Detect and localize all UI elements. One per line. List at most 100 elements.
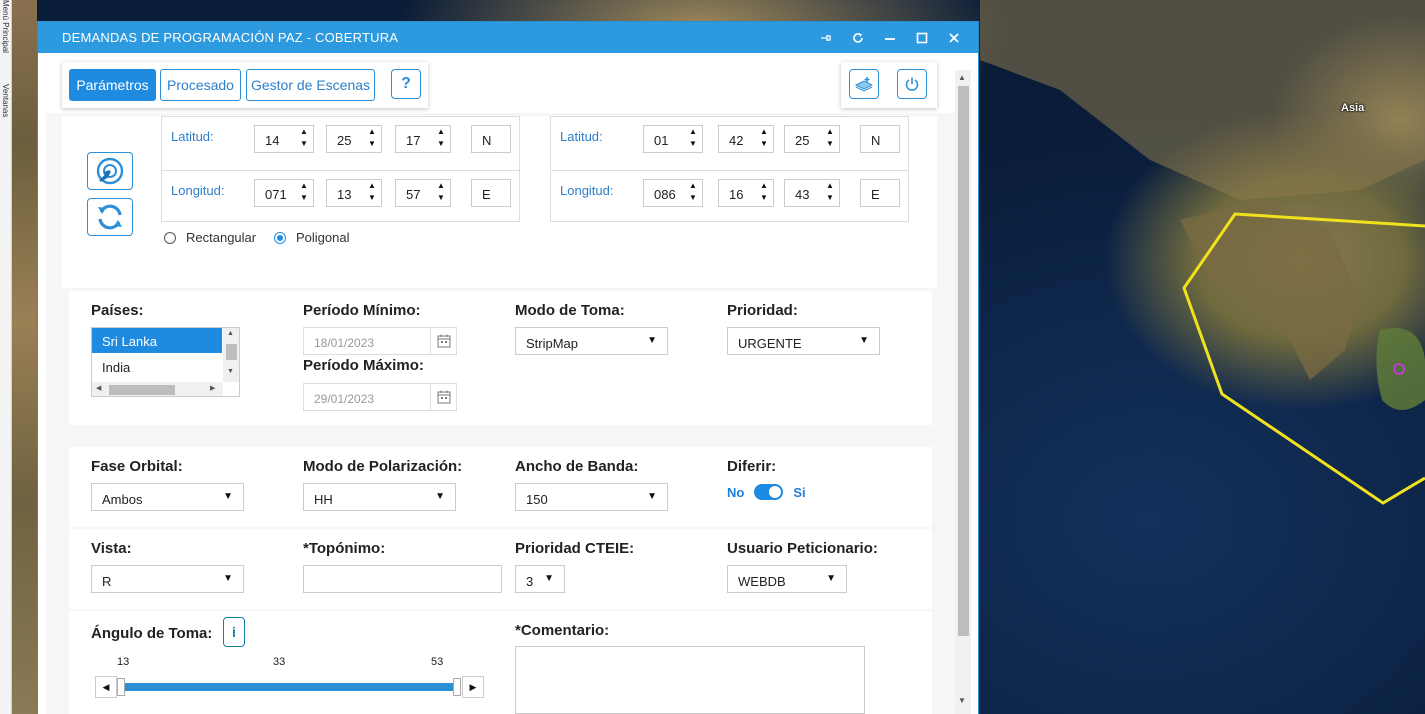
slider-tick-max: 53 <box>431 656 444 668</box>
angulo-slider-max-handle[interactable] <box>453 678 461 696</box>
chevron-down-icon: ▼ <box>647 491 657 502</box>
lat-label: Latitud: <box>171 129 214 144</box>
fase-orbital-label: Fase Orbital: <box>91 458 183 475</box>
tab-gestor-escenas[interactable]: Gestor de Escenas <box>246 69 375 101</box>
pin-icon[interactable] <box>810 22 842 53</box>
lon1-sec-spinner[interactable]: 57 ▲ ▼ <box>395 179 451 207</box>
prioridad-label: Prioridad: <box>727 302 798 319</box>
params-panel-4: Ángulo de Toma: i 13 33 53 ◀ ▶ *Comentar… <box>69 611 932 714</box>
chevron-down-icon: ▼ <box>223 573 233 584</box>
maximize-icon[interactable] <box>906 22 938 53</box>
list-item[interactable]: Sri Lanka <box>92 328 222 353</box>
prioridad-cteie-label: Prioridad CTEIE: <box>515 540 635 557</box>
lon2-deg-spinner[interactable]: 086 ▲ ▼ <box>643 179 703 207</box>
lat2-deg-spinner[interactable]: 01 ▲ ▼ <box>643 125 703 153</box>
list-vscrollbar[interactable]: ▲ ▼ <box>223 328 239 382</box>
power-button[interactable] <box>897 69 927 99</box>
map-edge <box>12 0 37 714</box>
ancho-banda-label: Ancho de Banda: <box>515 458 639 475</box>
form-scrollbar[interactable]: ▲ ▼ <box>955 70 971 714</box>
usuario-select[interactable]: WEBDB ▼ <box>727 565 847 593</box>
comentario-textarea[interactable] <box>515 646 865 714</box>
vista-select[interactable]: R ▼ <box>91 565 244 593</box>
toggle-switch[interactable] <box>754 484 784 500</box>
fase-orbital-select[interactable]: Ambos ▼ <box>91 483 244 511</box>
lat1-min-spinner[interactable]: 25 ▲ ▼ <box>326 125 382 153</box>
params-panel-1: Países: Sri Lanka India ▲ ▼ ◀ ▶ Período … <box>69 291 932 425</box>
params-panel-3: Vista: R ▼ *Topónimo: Prioridad CTEIE: 3 ▼… <box>69 529 932 609</box>
refresh-icon[interactable] <box>842 22 874 53</box>
help-button[interactable]: ? <box>391 69 421 99</box>
add-layer-button[interactable] <box>849 69 879 99</box>
minimize-icon[interactable] <box>874 22 906 53</box>
scroll-up-icon[interactable]: ▲ <box>958 73 966 82</box>
radio-dot[interactable] <box>164 231 176 244</box>
toggle-off-label: No <box>727 484 745 500</box>
vista-label: Vista: <box>91 540 132 557</box>
radio-dot[interactable] <box>274 231 286 244</box>
slider-right-arrow[interactable]: ▶ <box>462 676 484 698</box>
shape-poligonal-radio[interactable]: Poligonal <box>274 230 350 245</box>
list-item[interactable]: India <box>92 354 222 379</box>
chevron-down-icon: ▼ <box>544 573 554 584</box>
tab-parametros[interactable]: Parámetros <box>69 69 156 101</box>
draw-area-button[interactable] <box>87 152 133 190</box>
angulo-slider-track[interactable] <box>121 683 456 691</box>
lon2-hemisphere[interactable]: E <box>860 179 900 207</box>
modo-toma-select[interactable]: StripMap ▼ <box>515 327 668 355</box>
radio-label: Rectangular <box>186 230 257 245</box>
ancho-banda-select[interactable]: 150 ▼ <box>515 483 668 511</box>
toggle-on-label: Si <box>793 484 806 500</box>
lon-label: Longitud: <box>171 183 225 198</box>
lat2-sec-spinner[interactable]: 25 ▲ ▼ <box>784 125 840 153</box>
prioridad-select[interactable]: URGENTE ▼ <box>727 327 880 355</box>
lat1-deg-spinner[interactable]: 14 ▲ ▼ <box>254 125 314 153</box>
calendar-icon[interactable] <box>430 328 456 354</box>
list-hscrollbar[interactable]: ◀ ▶ <box>92 382 223 396</box>
angulo-slider-min-handle[interactable] <box>117 678 125 696</box>
periodo-max-input[interactable]: 29/01/2023 <box>303 383 457 411</box>
periodo-min-input[interactable]: 18/01/2023 <box>303 327 457 355</box>
lon2-sec-spinner[interactable]: 43 ▲ ▼ <box>784 179 840 207</box>
tab-procesado[interactable]: Procesado <box>160 69 241 101</box>
polarizacion-select[interactable]: HH ▼ <box>303 483 456 511</box>
lat1-hemisphere[interactable]: N <box>471 125 511 153</box>
lon1-min-spinner[interactable]: 13 ▲ ▼ <box>326 179 382 207</box>
lon1-deg-spinner[interactable]: 071 ▲ ▼ <box>254 179 314 207</box>
scroll-thumb[interactable] <box>958 86 969 636</box>
lat2-min-spinner[interactable]: 42 ▲ ▼ <box>718 125 774 153</box>
angulo-info-button[interactable]: i <box>223 617 245 647</box>
shape-rectangular-radio[interactable]: Rectangular <box>164 230 256 245</box>
power-icon <box>905 77 919 91</box>
paises-listbox[interactable]: Sri Lanka India ▲ ▼ ◀ ▶ <box>91 327 240 397</box>
modo-toma-label: Modo de Toma: <box>515 302 625 319</box>
scroll-down-icon[interactable]: ▼ <box>958 696 966 705</box>
tab-toolbar: Parámetros Procesado Gestor de Escenas ? <box>62 62 428 108</box>
refresh-icon <box>98 204 122 230</box>
ventanas-tab[interactable]: Ventanas <box>1 84 10 117</box>
toponimo-input[interactable] <box>303 565 502 593</box>
menu-principal-tab[interactable]: Menú Principal <box>1 0 10 53</box>
map-region-label: Asia <box>1341 102 1365 114</box>
layers-add-icon <box>855 77 873 92</box>
lat2-hemisphere[interactable]: N <box>860 125 900 153</box>
params-panel-2: Fase Orbital: Ambos ▼ Modo de Polarizació… <box>69 447 932 527</box>
slider-left-arrow[interactable]: ◀ <box>95 676 117 698</box>
coord-box-point2: Latitud: 01 ▲ ▼ 42 ▲ ▼ 25 ▲ ▼ N Longitud: 086 ▲… <box>550 116 909 222</box>
paises-label: Países: <box>91 302 144 319</box>
lon2-min-spinner[interactable]: 16 ▲ ▼ <box>718 179 774 207</box>
window-content: Parámetros Procesado Gestor de Escenas ? <box>38 53 978 714</box>
lon1-hemisphere[interactable]: E <box>471 179 511 207</box>
lat1-sec-spinner[interactable]: 17 ▲ ▼ <box>395 125 451 153</box>
close-icon[interactable] <box>938 22 970 53</box>
reset-area-button[interactable] <box>87 198 133 236</box>
chevron-down-icon: ▼ <box>223 491 233 502</box>
calendar-icon[interactable] <box>430 384 456 410</box>
radio-label: Poligonal <box>296 230 350 245</box>
cursor-target-icon <box>96 157 124 185</box>
window-title: DEMANDAS DE PROGRAMACIÓN PAZ - COBERTURA <box>62 30 399 45</box>
slider-tick-min: 13 <box>117 656 130 668</box>
diferir-toggle[interactable]: No Si <box>727 484 806 500</box>
prioridad-cteie-select[interactable]: 3 ▼ <box>515 565 565 593</box>
window-titlebar[interactable]: DEMANDAS DE PROGRAMACIÓN PAZ - COBERTURA <box>38 22 978 53</box>
